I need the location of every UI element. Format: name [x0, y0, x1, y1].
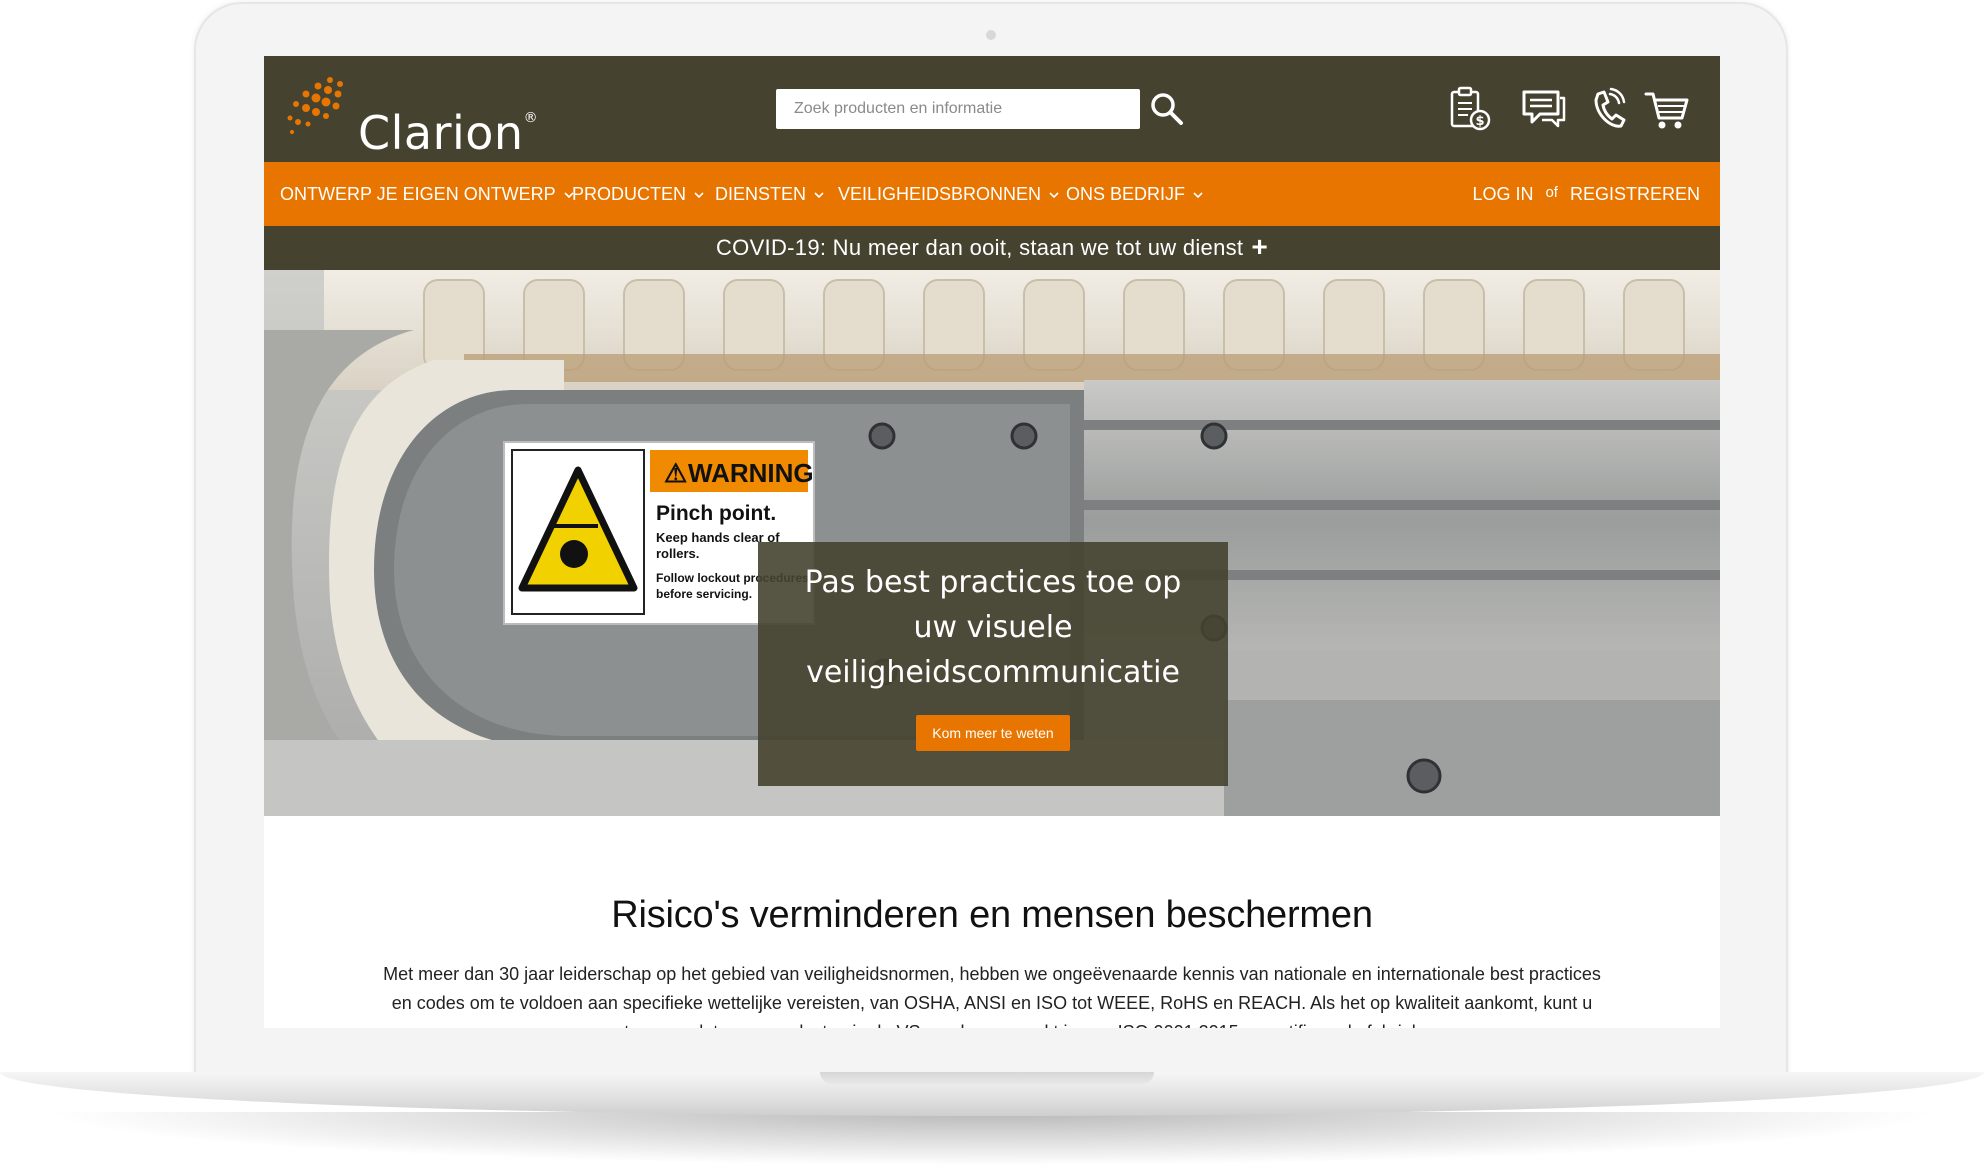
svg-text:WARNING: WARNING	[688, 458, 814, 488]
laptop-notch	[820, 1072, 1154, 1084]
chevron-down-icon	[814, 192, 824, 199]
cart-button[interactable]	[1644, 86, 1690, 132]
laptop-shadow	[40, 1112, 1944, 1166]
covid-banner-text: COVID-19: Nu meer dan ooit, staan we tot…	[715, 235, 1244, 260]
section-title: Risico's verminderen en mensen bescherme…	[611, 894, 1373, 936]
phone-icon	[1594, 87, 1626, 128]
site-header: Clarion® $	[264, 56, 1720, 162]
svg-text:rollers.: rollers.	[656, 546, 699, 561]
nav-label: ONS BEDRIJF	[1066, 184, 1186, 204]
clarion-logo-mark-icon	[287, 77, 343, 134]
quote-clipboard-icon: $	[1450, 86, 1491, 131]
learn-more-button[interactable]: Kom meer te weten	[916, 715, 1070, 751]
chevron-down-icon	[1049, 192, 1059, 199]
nav-label: PRODUCTEN	[572, 184, 687, 204]
nav-label: DIENSTEN	[715, 184, 807, 204]
chat-icon	[1522, 90, 1566, 128]
register-link[interactable]: REGISTREREN	[1570, 184, 1700, 204]
svg-text:before servicing.: before servicing.	[656, 587, 752, 601]
search-button[interactable]	[1148, 90, 1186, 128]
account-links: LOG IN of REGISTREREN	[1472, 162, 1700, 226]
plus-icon[interactable]: +	[1251, 226, 1268, 268]
covid-banner[interactable]: COVID-19: Nu meer dan ooit, staan we tot…	[264, 226, 1720, 270]
svg-text:Pinch point.: Pinch point.	[656, 502, 776, 525]
search-icon	[1151, 93, 1183, 125]
hero-banner: ⚠ WARNING Pinch point. Keep hands clear …	[264, 270, 1720, 816]
cart-icon	[1644, 92, 1689, 129]
chevron-down-icon	[1193, 192, 1203, 199]
nav-our-company[interactable]: ONS BEDRIJF	[1066, 162, 1203, 226]
phone-button[interactable]	[1590, 86, 1626, 132]
nav-label: VEILIGHEIDSBRONNEN	[838, 184, 1042, 204]
nav-products[interactable]: PRODUCTEN	[572, 162, 704, 226]
main-nav: ONTWERP JE EIGEN ONTWERP PRODUCTEN DIENS…	[264, 162, 1720, 226]
section-body: Met meer dan 30 jaar leiderschap op het …	[383, 964, 1601, 1028]
chevron-down-icon	[694, 192, 704, 199]
nav-services[interactable]: DIENSTEN	[715, 162, 824, 226]
svg-text:⚠: ⚠	[664, 458, 687, 488]
hero-card: Pas best practices toe op uw visuele vei…	[758, 542, 1228, 786]
nav-design-your-own[interactable]: ONTWERP JE EIGEN ONTWERP	[280, 162, 574, 226]
nav-label: ONTWERP JE EIGEN ONTWERP	[280, 184, 556, 204]
or-text: of	[1545, 184, 1558, 201]
chat-button[interactable]	[1520, 86, 1566, 132]
browser-viewport: Clarion® $	[264, 56, 1720, 1028]
clarion-logo[interactable]: Clarion®	[282, 72, 538, 160]
svg-text:$: $	[1475, 114, 1484, 129]
quote-button[interactable]: $	[1448, 86, 1492, 132]
nav-safety-resources[interactable]: VEILIGHEIDSBRONNEN	[838, 162, 1059, 226]
login-link[interactable]: LOG IN	[1472, 184, 1533, 204]
hero-title: Pas best practices toe op uw visuele vei…	[804, 565, 1182, 690]
laptop-camera	[986, 30, 996, 40]
logo-text: Clarion®	[358, 106, 539, 160]
search-input[interactable]	[776, 89, 1140, 129]
